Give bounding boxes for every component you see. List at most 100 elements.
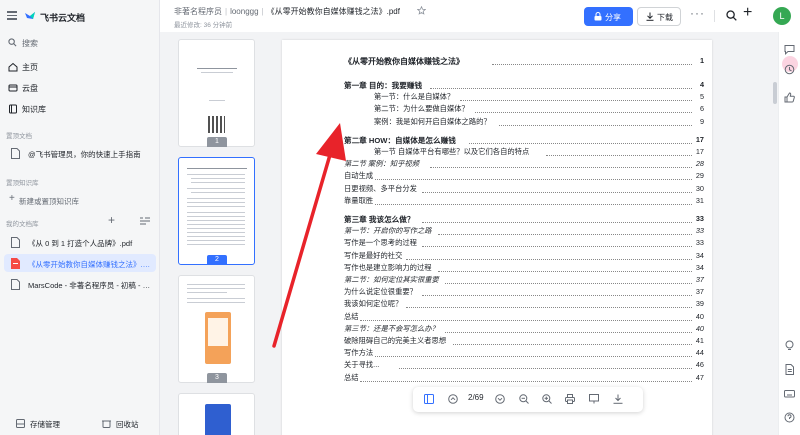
- thumbnail-page-3[interactable]: 3: [178, 275, 255, 383]
- toc-entry[interactable]: 第三节：还是不会写怎么办？: [344, 324, 439, 334]
- scrollbar-thumb[interactable]: [773, 82, 777, 104]
- toc-entry[interactable]: 为什么说定位很重要？: [344, 287, 417, 297]
- pinned-doc-guide[interactable]: @飞书管理员，你的快速上手指南: [4, 144, 156, 162]
- pdf-viewer[interactable]: 《从零开始教你自媒体赚钱之法》 1 第一章 目的：我要赚钱 4 第一节：什么是自媒体…: [270, 32, 778, 435]
- toc-page: 34: [695, 250, 704, 260]
- toc-page: 46: [695, 360, 704, 370]
- thumbnail-page-2[interactable]: 2: [178, 157, 255, 265]
- breadcrumb-item[interactable]: loonggg: [230, 7, 258, 16]
- toc-leader: [406, 258, 692, 260]
- toc-leader: [375, 203, 692, 205]
- add-icon[interactable]: +: [108, 214, 115, 226]
- zoom-out-icon[interactable]: [519, 394, 529, 404]
- toc-leader: [492, 64, 692, 65]
- toc-leader: [359, 380, 692, 382]
- breadcrumb-item[interactable]: 非著名程序员: [174, 7, 222, 16]
- share-label: 分享: [605, 13, 621, 22]
- toc-entry[interactable]: 第一节：什么是自媒体？: [374, 92, 454, 102]
- pdf-page: 《从零开始教你自媒体赚钱之法》 1 第一章 目的：我要赚钱 4 第一节：什么是自媒体…: [282, 40, 712, 435]
- toc-entry[interactable]: 写作是一个思考的过程: [344, 238, 417, 248]
- keyboard-icon[interactable]: [784, 388, 795, 399]
- qr-code-image: [208, 116, 225, 133]
- sidebar-item-drive[interactable]: 云盘: [4, 79, 154, 97]
- new-pinned-kb-label: 新建或置顶知识库: [19, 197, 79, 206]
- avatar[interactable]: L: [773, 7, 791, 25]
- toc-page: 17: [695, 134, 704, 144]
- download-button[interactable]: 下载: [637, 7, 681, 26]
- sidebar: 飞书云文档 搜索 主页 云盘 知识库 置顶文档 @飞书管理员，你的快速上手指南 …: [0, 0, 160, 435]
- file-item-self-media[interactable]: 《从零开始教你自媒体赚钱之法》.pdf: [4, 254, 156, 272]
- toc-entry[interactable]: 日更视频、多平台分发: [344, 184, 417, 194]
- more-icon[interactable]: ···: [690, 6, 705, 20]
- page-number: 3: [207, 373, 227, 383]
- sidebar-toggle-icon[interactable]: [424, 394, 434, 404]
- sidebar-item-wiki[interactable]: 知识库: [4, 100, 154, 118]
- like-icon[interactable]: [784, 92, 795, 103]
- zoom-in-icon[interactable]: [542, 394, 552, 404]
- toc-page: 4: [699, 80, 704, 89]
- toc-leader: [429, 88, 692, 89]
- new-pinned-kb-button[interactable]: + 新建或置顶知识库: [4, 191, 156, 209]
- search-icon[interactable]: [726, 10, 737, 21]
- toc-page: 39: [695, 299, 704, 309]
- pdf-file-icon: [11, 258, 20, 269]
- toc-entry[interactable]: 第二节：为什么要做自媒体？: [374, 104, 469, 114]
- print-icon[interactable]: [565, 394, 575, 404]
- share-button[interactable]: 分享: [584, 7, 633, 26]
- sidebar-item-label: 云盘: [22, 84, 38, 93]
- help-icon[interactable]: [784, 412, 795, 423]
- storage-icon: [16, 419, 25, 428]
- toc-entry[interactable]: 第二节 案例：知乎视频: [344, 159, 419, 169]
- pinned-docs-title: 置顶文档: [6, 133, 32, 140]
- toc-entry[interactable]: 总结: [344, 312, 359, 322]
- toc-entry[interactable]: 写作也是建立影响力的过程: [344, 263, 432, 273]
- page-number: 1: [207, 137, 227, 147]
- doc-title: 《从零开始教你自媒体赚钱之法》.pdf: [266, 7, 400, 16]
- toc-entry[interactable]: 关于寻找...: [344, 360, 379, 370]
- presentation-icon[interactable]: [589, 394, 599, 404]
- history-icon[interactable]: [784, 64, 795, 75]
- toc-entry[interactable]: 破除阻碍自己的完美主义者思想: [344, 336, 446, 346]
- toc-entry[interactable]: 案例：我是如何开启自媒体之路的？: [374, 117, 491, 127]
- doc-header: 非著名程序员 | loonggg | 《从零开始教你自媒体赚钱之法》.pdf 最近修改:…: [160, 0, 800, 32]
- toc-entry[interactable]: 写作是最好的社交: [344, 251, 402, 261]
- app-window: 飞书云文档 搜索 主页 云盘 知识库 置顶文档 @飞书管理员，你的快速上手指南 …: [0, 0, 800, 435]
- toc-entry[interactable]: 第一节 自媒体平台有哪些？以及它们各自的特点: [374, 147, 529, 157]
- toc-entry[interactable]: 总结: [344, 373, 359, 383]
- sort-icon[interactable]: [140, 217, 150, 225]
- recycle-bin-button[interactable]: 回收站: [116, 419, 139, 430]
- star-icon[interactable]: [417, 6, 426, 15]
- hint-icon[interactable]: [784, 340, 795, 351]
- lock-icon: [594, 12, 602, 21]
- toc-entry[interactable]: 第二章 HOW：自媒体是怎么赚钱: [344, 135, 456, 146]
- storage-button[interactable]: 存储管理: [30, 419, 60, 430]
- toc-entry[interactable]: 第三章 我该怎么做？: [344, 214, 414, 225]
- toc-page: 41: [695, 336, 704, 345]
- add-icon[interactable]: +: [743, 4, 752, 22]
- download-label: 下载: [657, 13, 673, 22]
- page-indicator[interactable]: 2/69: [468, 393, 484, 402]
- file-item-personal-brand[interactable]: 《从 0 到 1 打造个人品牌》.pdf: [4, 233, 156, 251]
- download-icon[interactable]: [613, 394, 623, 404]
- toc-entry[interactable]: 写作方法: [344, 348, 373, 358]
- search-icon: [8, 38, 17, 47]
- thumbnail-page-1[interactable]: 1: [178, 39, 255, 147]
- toc-page: 17: [695, 147, 704, 156]
- toc-entry[interactable]: 自动生成: [344, 171, 373, 181]
- comment-icon[interactable]: [784, 44, 795, 55]
- sidebar-item-home[interactable]: 主页: [4, 58, 154, 76]
- toc-entry[interactable]: 我该如何定位呢？: [344, 299, 402, 309]
- file-item-marscode[interactable]: MarsCode - 非著名程序员 - 初稿 - 20...: [4, 275, 156, 293]
- toc-entry[interactable]: 第一节：开启你的写作之路: [344, 226, 432, 236]
- next-page-icon[interactable]: [495, 394, 505, 404]
- pinned-doc-label: @飞书管理员，你的快速上手指南: [28, 150, 141, 159]
- toc-entry[interactable]: 第二节：如何定位其实很重要: [344, 275, 439, 285]
- toc-entry[interactable]: 第一章 目的：我要赚钱: [344, 80, 422, 91]
- prev-page-icon[interactable]: [448, 394, 458, 404]
- doc-info-icon[interactable]: [784, 364, 795, 375]
- collapse-menu-icon[interactable]: [7, 11, 17, 20]
- sidebar-search[interactable]: 搜索: [4, 34, 154, 52]
- toc-entry[interactable]: 靠量取胜: [344, 196, 373, 206]
- thumbnail-page-4[interactable]: [178, 393, 255, 435]
- pdf-file-icon: [11, 237, 20, 248]
